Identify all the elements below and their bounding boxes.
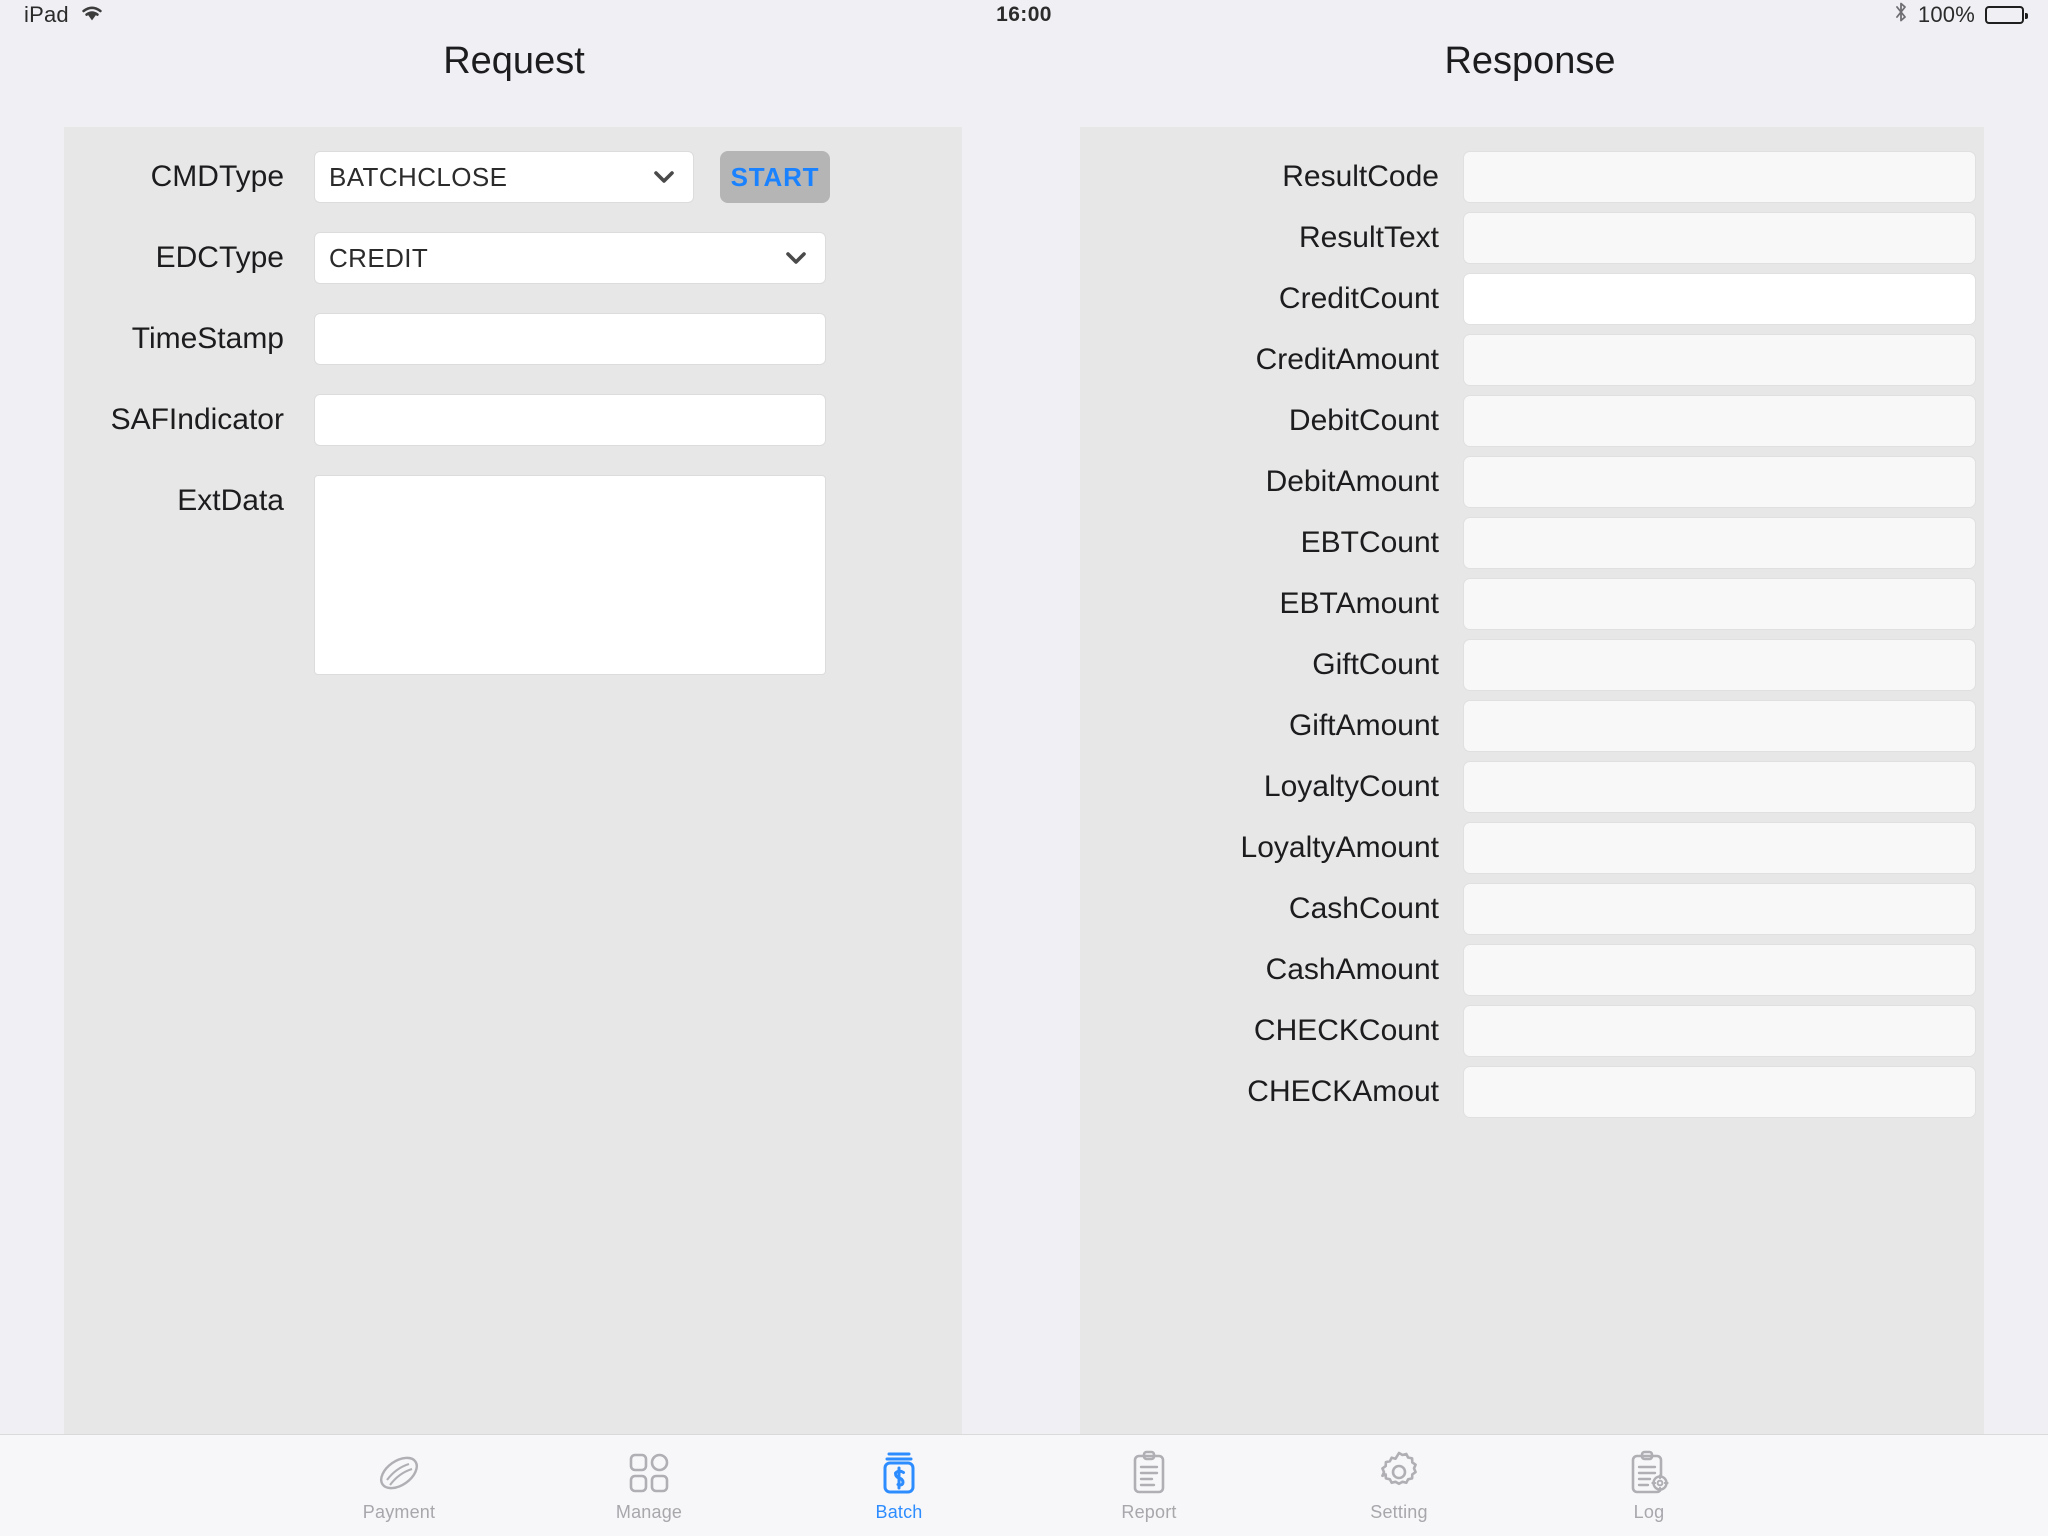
debitcount-field[interactable] xyxy=(1463,395,1976,447)
cashamount-field[interactable] xyxy=(1463,944,1976,996)
chevron-down-icon xyxy=(781,243,811,273)
response-row-ebtcount: EBTCount xyxy=(1080,517,1984,569)
timestamp-input[interactable] xyxy=(314,313,826,365)
chevron-down-icon xyxy=(649,162,679,192)
tab-label-manage: Manage xyxy=(615,1502,683,1522)
request-row-edctype: EDCType CREDIT xyxy=(64,232,962,284)
response-row-giftcount: GiftCount xyxy=(1080,639,1984,691)
response-row-debitcount: DebitCount xyxy=(1080,395,1984,447)
tab-manage[interactable]: Manage xyxy=(584,1439,714,1533)
response-row-resulttext: ResultText xyxy=(1080,212,1984,264)
tab-payment[interactable]: Payment xyxy=(334,1439,464,1533)
clipboard-lines-icon xyxy=(1124,1448,1174,1498)
response-row-creditamount: CreditAmount xyxy=(1080,334,1984,386)
cmdtype-select[interactable]: BATCHCLOSE xyxy=(314,151,694,203)
status-bar: iPad 16:00 100% xyxy=(0,0,2048,30)
field-label-loyaltycount: LoyaltyCount xyxy=(1263,770,1439,803)
giftamount-field[interactable] xyxy=(1463,700,1976,752)
tab-label-batch: Batch xyxy=(875,1502,923,1522)
tab-bar: Payment Manage Batch Report Setting Log xyxy=(0,1434,2048,1536)
field-label-checkcount: CHECKCount xyxy=(1253,1014,1439,1047)
grid-squares-icon xyxy=(624,1448,674,1498)
request-row-safindicator: SAFIndicator xyxy=(64,394,962,446)
checkcount-field[interactable] xyxy=(1463,1005,1976,1057)
cmdtype-select-value: BATCHCLOSE xyxy=(329,161,508,192)
tab-label-report: Report xyxy=(1121,1502,1177,1522)
loyaltyamount-field[interactable] xyxy=(1463,822,1976,874)
field-label-timestamp: TimeStamp xyxy=(131,322,284,355)
response-row-checkamout: CHECKAmout xyxy=(1080,1066,1984,1118)
batch-jar-dollar-icon xyxy=(874,1448,924,1498)
field-label-debitcount: DebitCount xyxy=(1288,404,1439,437)
response-row-giftamount: GiftAmount xyxy=(1080,700,1984,752)
field-label-edctype: EDCType xyxy=(155,241,284,274)
page-title-request: Request xyxy=(443,40,585,82)
request-row-cmdtype: CMDType BATCHCLOSE START xyxy=(64,151,962,203)
battery-percent-label: 100% xyxy=(1917,2,1975,27)
response-panel: ResultCode ResultText CreditCount Credit… xyxy=(1080,127,1984,1434)
response-row-creditcount: CreditCount xyxy=(1080,273,1984,325)
tab-log[interactable]: Log xyxy=(1584,1439,1714,1533)
tab-batch[interactable]: Batch xyxy=(834,1439,964,1533)
field-label-ebtamount: EBTAmount xyxy=(1279,587,1439,620)
field-label-giftamount: GiftAmount xyxy=(1288,709,1439,742)
field-label-extdata: ExtData xyxy=(177,484,284,517)
bluetooth-icon xyxy=(1894,1,1908,29)
giftcount-field[interactable] xyxy=(1463,639,1976,691)
response-row-debitamount: DebitAmount xyxy=(1080,456,1984,508)
field-label-giftcount: GiftCount xyxy=(1312,648,1439,681)
field-label-creditcount: CreditCount xyxy=(1278,282,1439,315)
field-label-loyaltyamount: LoyaltyAmount xyxy=(1240,831,1439,864)
clipboard-gear-icon xyxy=(1624,1448,1674,1498)
request-panel: CMDType BATCHCLOSE START EDCType CREDIT … xyxy=(64,127,962,1434)
response-row-ebtamount: EBTAmount xyxy=(1080,578,1984,630)
request-row-timestamp: TimeStamp xyxy=(64,313,962,365)
status-bar-clock: 16:00 xyxy=(996,3,1052,26)
field-label-cmdtype: CMDType xyxy=(150,160,284,193)
tab-label-setting: Setting xyxy=(1370,1502,1428,1522)
field-label-checkamout: CHECKAmout xyxy=(1247,1075,1439,1108)
gear-icon xyxy=(1374,1448,1424,1498)
panel-headers: Request Response xyxy=(0,40,2048,96)
tab-label-payment: Payment xyxy=(362,1502,436,1522)
resultcode-field[interactable] xyxy=(1463,151,1976,203)
cashcount-field[interactable] xyxy=(1463,883,1976,935)
field-label-cashcount: CashCount xyxy=(1288,892,1439,925)
loyaltycount-field[interactable] xyxy=(1463,761,1976,813)
response-row-loyaltycount: LoyaltyCount xyxy=(1080,761,1984,813)
creditcount-field[interactable] xyxy=(1463,273,1976,325)
creditamount-field[interactable] xyxy=(1463,334,1976,386)
response-row-cashamount: CashAmount xyxy=(1080,944,1984,996)
payment-coin-icon xyxy=(374,1448,424,1498)
edctype-select-value: CREDIT xyxy=(329,242,429,273)
extdata-textarea[interactable] xyxy=(314,475,826,675)
tab-setting[interactable]: Setting xyxy=(1334,1439,1464,1533)
response-row-checkcount: CHECKCount xyxy=(1080,1005,1984,1057)
tab-report[interactable]: Report xyxy=(1084,1439,1214,1533)
ebtamount-field[interactable] xyxy=(1463,578,1976,630)
request-row-extdata: ExtData xyxy=(64,475,962,675)
field-label-ebtcount: EBTCount xyxy=(1300,526,1439,559)
field-label-safindicator: SAFIndicator xyxy=(110,403,284,436)
field-label-resulttext: ResultText xyxy=(1298,221,1439,254)
checkamout-field[interactable] xyxy=(1463,1066,1976,1118)
status-bar-right: 100% xyxy=(1894,1,2028,29)
response-row-cashcount: CashCount xyxy=(1080,883,1984,935)
tab-label-log: Log xyxy=(1633,1502,1665,1522)
response-row-resultcode: ResultCode xyxy=(1080,151,1984,203)
field-label-resultcode: ResultCode xyxy=(1282,160,1439,193)
field-label-cashamount: CashAmount xyxy=(1265,953,1439,986)
field-label-debitamount: DebitAmount xyxy=(1265,465,1439,498)
safindicator-input[interactable] xyxy=(314,394,826,446)
response-row-loyaltyamount: LoyaltyAmount xyxy=(1080,822,1984,874)
edctype-select[interactable]: CREDIT xyxy=(314,232,826,284)
resulttext-field[interactable] xyxy=(1463,212,1976,264)
start-button[interactable]: START xyxy=(720,151,830,203)
field-label-creditamount: CreditAmount xyxy=(1255,343,1439,376)
page-title-response: Response xyxy=(1444,40,1616,82)
battery-full-icon xyxy=(1985,6,2028,24)
debitamount-field[interactable] xyxy=(1463,456,1976,508)
ebtcount-field[interactable] xyxy=(1463,517,1976,569)
